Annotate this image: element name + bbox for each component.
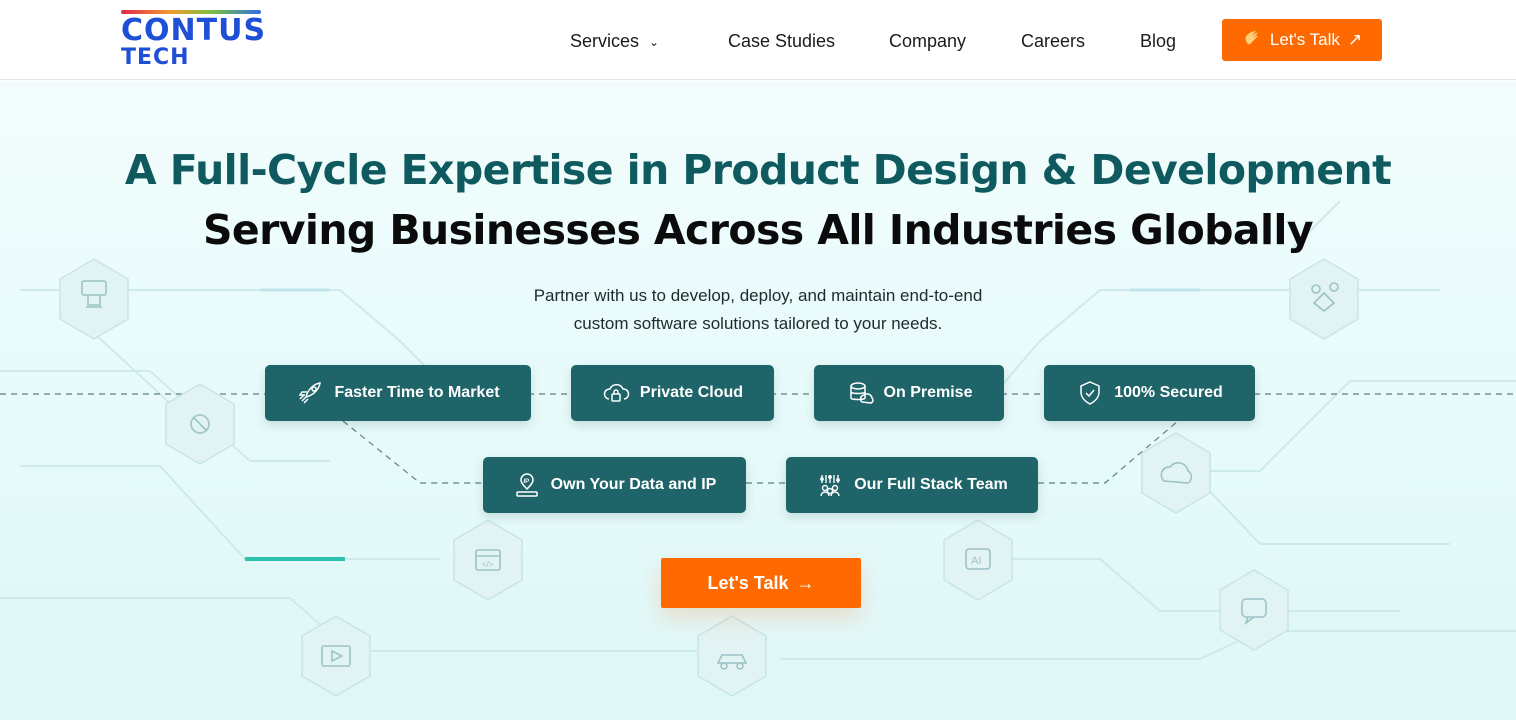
feature-label: Own Your Data and IP — [550, 476, 717, 493]
hero-lets-talk-button[interactable]: Let's Talk → — [661, 558, 861, 608]
feature-label: On Premise — [883, 384, 973, 401]
nav-services-label: Services — [570, 31, 640, 51]
hero-section: </> AI A Full-Cycle Expertise in Product… — [0, 81, 1516, 720]
hero-headline-secondary: Serving Businesses Across All Industries… — [202, 206, 1314, 254]
feature-100-secured[interactable]: 100% Secured — [1044, 365, 1255, 421]
hero-lets-talk-label: Let's Talk — [707, 572, 789, 593]
hero-headline-primary: A Full-Cycle Expertise in Product Design… — [124, 146, 1392, 194]
svg-text:IP: IP — [523, 479, 529, 485]
feature-label: Faster Time to Market — [334, 384, 500, 401]
arrow-right-icon: → — [796, 572, 815, 593]
feature-private-cloud[interactable]: Private Cloud — [571, 365, 774, 421]
feature-label: Our Full Stack Team — [854, 476, 1008, 493]
waving-hand-icon — [1242, 28, 1262, 53]
arrow-up-right-icon: ↗ — [1347, 30, 1363, 49]
site-header: CONTUS TECH Services ⌄ Case Studies Compa… — [0, 0, 1516, 80]
feature-own-your-data-and-ip[interactable]: IP Own Your Data and IP — [483, 457, 746, 513]
logo-line1: CONTUS — [121, 13, 267, 48]
hero-subtitle: Partner with us to develop, deploy, and … — [0, 282, 1516, 338]
feature-faster-time-to-market[interactable]: Faster Time to Market — [265, 365, 531, 421]
shield-check-icon — [1080, 381, 1100, 405]
header-lets-talk-button[interactable]: Let's Talk ↗ — [1222, 19, 1382, 61]
ip-icon: IP — [515, 473, 538, 497]
logo-line2: TECH — [121, 45, 190, 70]
nav-blog[interactable]: Blog — [1140, 30, 1176, 52]
hero-subtitle-line2: custom software solutions tailored to yo… — [573, 314, 943, 333]
cloud-lock-icon — [603, 383, 630, 402]
nav-case-studies[interactable]: Case Studies — [728, 30, 835, 52]
feature-label: Private Cloud — [639, 384, 744, 401]
chevron-down-icon: ⌄ — [649, 35, 660, 50]
feature-on-premise[interactable]: On Premise — [814, 365, 1004, 421]
feature-full-stack-team[interactable]: Our Full Stack Team — [786, 457, 1038, 513]
nav-careers[interactable]: Careers — [1021, 30, 1085, 52]
hero-subtitle-line1: Partner with us to develop, deploy, and … — [533, 286, 983, 305]
nav-company[interactable]: Company — [889, 30, 966, 52]
rocket-icon — [299, 382, 322, 404]
database-icon — [849, 382, 874, 404]
team-icon — [820, 475, 841, 497]
header-lets-talk-label: Let's Talk — [1269, 30, 1340, 49]
svg-text:AI: AI — [971, 555, 981, 567]
feature-label: 100% Secured — [1114, 384, 1223, 401]
contus-tech-logo[interactable]: CONTUS TECH — [121, 10, 267, 72]
svg-text:</>: </> — [482, 560, 494, 569]
nav-services[interactable]: Services ⌄ — [570, 30, 659, 52]
